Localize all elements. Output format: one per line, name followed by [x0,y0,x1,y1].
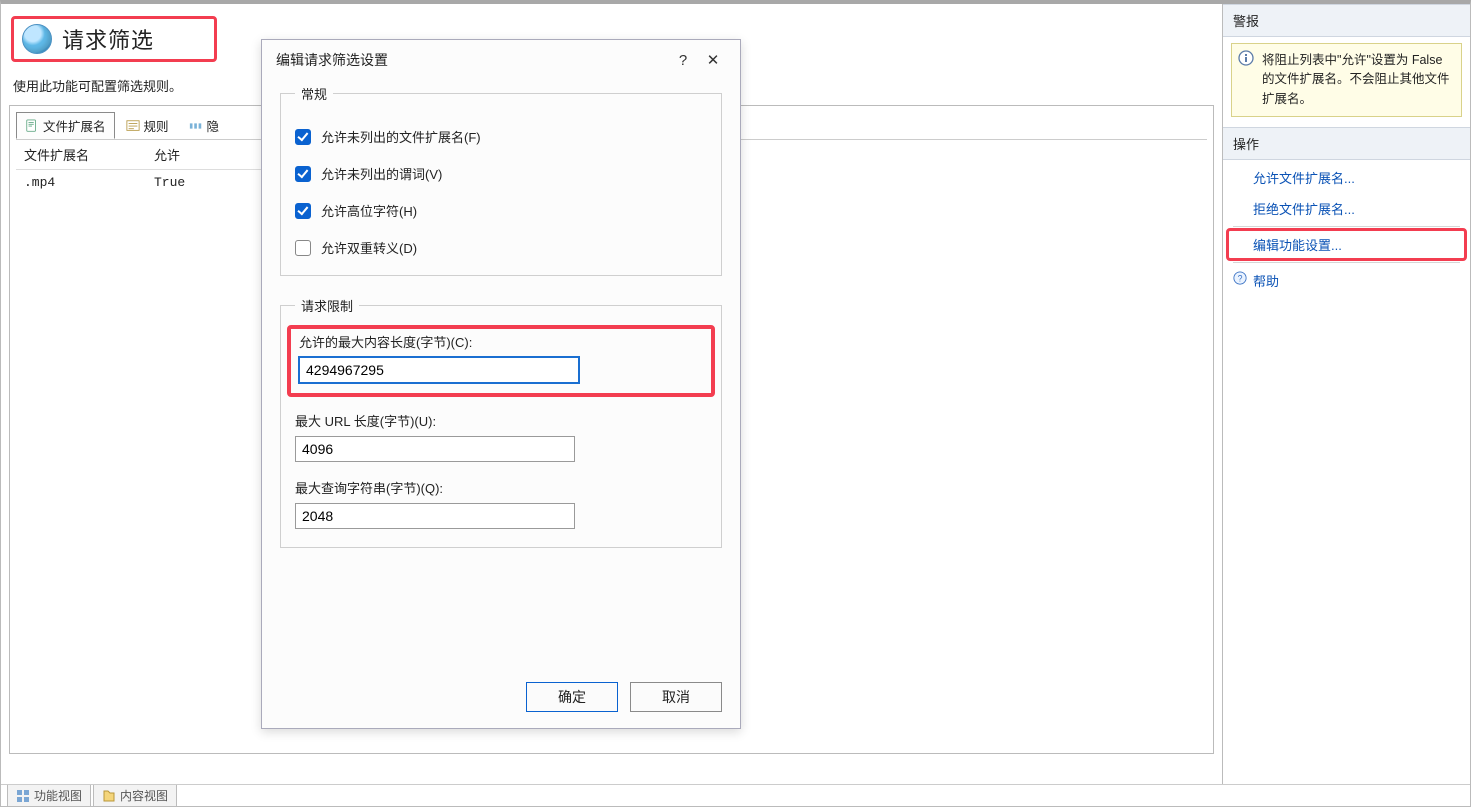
main-row: 请求筛选 使用此功能可配置筛选规则。 文件扩展名 规则 [1,4,1470,784]
info-icon [1238,50,1254,66]
checkbox-row-unlisted-verbs[interactable]: 允许未列出的谓词(V) [295,164,707,183]
bottom-tab-content[interactable]: 内容视图 [93,784,177,806]
label-max-content: 允许的最大内容长度(字节)(C): [299,332,703,351]
alert-box: 将阻止列表中"允许"设置为 False 的文件扩展名。不会阻止其他文件扩展名。 [1231,43,1462,117]
group-limits: 请求限制 允许的最大内容长度(字节)(C): 最大 URL 长度(字节)(U):… [280,296,722,548]
group-limits-legend: 请求限制 [295,296,359,315]
field-max-query: 最大查询字符串(字节)(Q): [295,478,707,529]
left-pane: 请求筛选 使用此功能可配置筛选规则。 文件扩展名 规则 [1,4,1223,784]
checkbox-double-escape[interactable] [295,240,311,256]
checkbox-row-unlisted-ext[interactable]: 允许未列出的文件扩展名(F) [295,127,707,146]
dialog-close-button[interactable]: ✕ [698,51,728,69]
cancel-button[interactable]: 取消 [630,682,722,712]
cell-extension: .mp4 [16,170,146,196]
checkbox-highbit[interactable] [295,203,311,219]
ok-button[interactable]: 确定 [526,682,618,712]
group-general: 常规 允许未列出的文件扩展名(F) 允许未列出的谓词(V) 允许高位字符(H) [280,84,722,276]
checkbox-unlisted-verbs-label: 允许未列出的谓词(V) [321,164,442,183]
checkbox-double-escape-label: 允许双重转义(D) [321,238,417,257]
bottom-tab-content-label: 内容视图 [120,787,168,804]
actions-list: 允许文件扩展名... 拒绝文件扩展名... 编辑功能设置... ? 帮助 [1223,160,1470,298]
rules-icon [126,119,140,133]
dialog-titlebar: 编辑请求筛选设置 ? ✕ [262,40,740,84]
alerts-header: 警报 [1223,4,1470,37]
action-allow-extension[interactable]: 允许文件扩展名... [1223,162,1470,193]
action-deny-extension-label: 拒绝文件扩展名... [1253,199,1355,218]
cell-allow: True [146,170,266,196]
action-allow-extension-label: 允许文件扩展名... [1253,168,1355,187]
action-help-label: 帮助 [1253,271,1279,290]
checkbox-unlisted-verbs[interactable] [295,166,311,182]
input-max-content[interactable] [299,357,579,383]
checkbox-highbit-label: 允许高位字符(H) [321,201,417,220]
bottom-tab-features[interactable]: 功能视图 [7,784,91,806]
max-content-highlight: 允许的最大内容长度(字节)(C): [287,325,715,397]
dialog-help-button[interactable]: ? [668,52,698,69]
group-general-legend: 常规 [295,84,333,103]
dialog-buttons: 确定 取消 [526,682,722,712]
label-max-query: 最大查询字符串(字节)(Q): [295,478,707,497]
checkbox-row-double-escape[interactable]: 允许双重转义(D) [295,238,707,257]
globe-icon [22,24,52,54]
page-title: 请求筛选 [62,23,154,55]
file-icon [25,119,39,133]
bottom-tab-features-label: 功能视图 [34,787,82,804]
tab-hidden-label: 隐 [207,116,220,135]
input-max-query[interactable] [295,503,575,529]
table-row[interactable]: .mp4 True [16,170,266,196]
tab-file-extensions[interactable]: 文件扩展名 [16,112,115,139]
segments-icon [189,119,203,133]
svg-text:?: ? [1238,274,1243,284]
help-icon: ? [1233,271,1247,285]
dialog-title: 编辑请求筛选设置 [276,50,388,70]
bottom-bar: 功能视图 内容视图 [1,784,1470,806]
app-root: 请求筛选 使用此功能可配置筛选规则。 文件扩展名 规则 [0,0,1471,807]
edit-settings-dialog: 编辑请求筛选设置 ? ✕ 常规 允许未列出的文件扩展名(F) [261,39,741,729]
action-edit-feature-settings[interactable]: 编辑功能设置... [1227,229,1466,260]
checkbox-row-highbit[interactable]: 允许高位字符(H) [295,201,707,220]
tab-rules[interactable]: 规则 [117,112,178,139]
tab-hidden[interactable]: 隐 [180,112,229,139]
extensions-table: 文件扩展名 允许 .mp4 True [16,140,266,195]
tab-rules-label: 规则 [144,116,169,135]
checkbox-unlisted-ext[interactable] [295,129,311,145]
actions-header: 操作 [1223,127,1470,160]
table-header-row: 文件扩展名 允许 [16,140,266,170]
tab-file-extensions-label: 文件扩展名 [43,116,106,135]
action-divider [1233,226,1460,227]
label-max-url: 最大 URL 长度(字节)(U): [295,411,707,430]
content-icon [102,789,116,803]
action-deny-extension[interactable]: 拒绝文件扩展名... [1223,193,1470,224]
input-max-url[interactable] [295,436,575,462]
dialog-body: 常规 允许未列出的文件扩展名(F) 允许未列出的谓词(V) 允许高位字符(H) [262,84,740,572]
right-pane: 警报 将阻止列表中"允许"设置为 False 的文件扩展名。不会阻止其他文件扩展… [1223,4,1470,784]
alert-text: 将阻止列表中"允许"设置为 False 的文件扩展名。不会阻止其他文件扩展名。 [1262,53,1450,106]
field-max-url: 最大 URL 长度(字节)(U): [295,411,707,462]
action-help[interactable]: ? 帮助 [1223,265,1470,296]
col-allow[interactable]: 允许 [146,140,266,170]
action-divider [1233,262,1460,263]
page-title-highlight: 请求筛选 [11,16,217,62]
action-edit-feature-settings-label: 编辑功能设置... [1253,235,1342,254]
features-icon [16,789,30,803]
checkbox-unlisted-ext-label: 允许未列出的文件扩展名(F) [321,127,481,146]
col-extension[interactable]: 文件扩展名 [16,140,146,170]
